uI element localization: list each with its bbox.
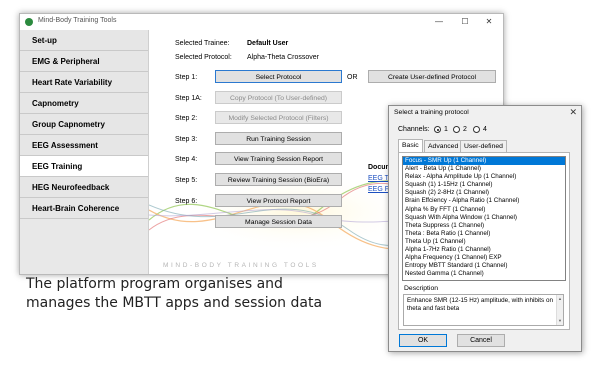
sidebar: Set-up EMG & Peripheral Heart Rate Varia… [20,30,149,274]
step-5-label: Step 5: [175,177,198,184]
channels-label: Channels: [398,126,430,133]
protocol-list-item[interactable]: Squash (2) 2-8Hz (1 Channel) [403,189,565,197]
channel-1-radio[interactable] [434,126,441,133]
select-protocol-dialog: Select a training protocol ✕ Channels: 1… [388,105,582,352]
step-1-label: Step 1: [175,74,198,81]
dialog-close-icon[interactable]: ✕ [569,107,577,118]
step-4-label: Step 4: [175,156,198,163]
description-box: Enhance SMR (12-15 Hz) amplitude, with i… [403,294,564,326]
run-training-session-button[interactable]: Run Training Session [215,132,342,145]
caption-line-2: manages the MBTT apps and session data [26,295,323,311]
channel-4-radio[interactable] [473,126,480,133]
protocol-list-item[interactable]: Squash With Alpha Window (1 Channel) [403,214,565,222]
select-protocol-button[interactable]: Select Protocol [215,70,342,83]
cancel-button[interactable]: Cancel [457,334,505,347]
scroll-up-icon[interactable]: ▲ [557,295,563,303]
sidebar-item-heart-brain[interactable]: Heart-Brain Coherence [20,198,148,219]
trainee-label: Selected Trainee: [175,40,230,47]
dialog-title: Select a training protocol [394,109,469,116]
window-title: Mind-Body Training Tools [38,17,117,24]
protocol-list-item[interactable]: Alert - Beta Up (1 Channel) [403,165,565,173]
sidebar-item-eeg-training[interactable]: EEG Training [20,156,148,177]
watermark-text: MIND-BODY TRAINING TOOLS [163,262,319,269]
sidebar-item-group-capnometry[interactable]: Group Capnometry [20,114,148,135]
maximize-button[interactable]: ☐ [453,14,477,30]
trainee-value: Default User [247,40,289,47]
tab-advanced[interactable]: Advanced [424,140,463,152]
close-button[interactable]: ✕ [477,14,501,30]
protocol-list-item[interactable]: Alpha 1-7Hz Ratio (1 Channel) [403,246,565,254]
protocol-list-item[interactable]: Theta Up (1 Channel) [403,238,565,246]
description-label: Description [404,285,438,292]
or-label: OR [347,74,358,81]
title-bar[interactable]: Mind-Body Training Tools — ☐ ✕ [20,14,503,30]
sidebar-item-eeg-assessment[interactable]: EEG Assessment [20,135,148,156]
manage-session-data-button[interactable]: Manage Session Data [215,215,342,228]
protocol-list-item[interactable]: Alpha % By FFT (1 Channel) [403,206,565,214]
tab-panel-basic: Focus - SMR Up (1 Channel) Alert - Beta U… [398,152,570,330]
view-protocol-report-button[interactable]: View Protocol Report [215,194,342,207]
protocol-value: Alpha-Theta Crossover [247,54,319,61]
ok-button[interactable]: OK [399,334,447,347]
create-user-protocol-button[interactable]: Create User-defined Protocol [368,70,496,83]
sidebar-item-emg[interactable]: EMG & Peripheral [20,51,148,72]
protocol-label: Selected Protocol: [175,54,232,61]
view-session-report-button[interactable]: View Training Session Report [215,152,342,165]
step-2-label: Step 2: [175,115,198,122]
channel-2-radio[interactable] [453,126,460,133]
protocol-list-item[interactable]: Relax - Alpha Amplitude Up (1 Channel) [403,173,565,181]
description-text: Enhance SMR (12-15 Hz) amplitude, with i… [407,297,553,313]
protocol-list-item[interactable]: Alpha Frequency (1 Channel) EXP [403,254,565,262]
channel-1-label: 1 [444,126,448,133]
scroll-down-icon[interactable]: ▼ [557,317,563,325]
modify-protocol-button[interactable]: Modify Selected Protocol (Filters) [215,111,342,124]
protocol-list-item[interactable]: Theta : Beta Ratio (1 Channel) [403,230,565,238]
sidebar-item-hrv[interactable]: Heart Rate Variability [20,72,148,93]
protocol-list-item[interactable]: Nested Gamma (1 Channel) [403,270,565,278]
protocol-list-item[interactable]: Squash (1) 1-15Hz (1 Channel) [403,181,565,189]
channel-2-label: 2 [463,126,467,133]
sidebar-item-capnometry[interactable]: Capnometry [20,93,148,114]
step-6-label: Step 6: [175,198,198,205]
sidebar-item-setup[interactable]: Set-up [20,30,148,51]
protocol-list[interactable]: Focus - SMR Up (1 Channel) Alert - Beta U… [402,156,566,281]
caption-line-1: The platform program organises and [26,276,283,292]
channel-4-label: 4 [483,126,487,133]
protocol-list-item[interactable]: Focus - SMR Up (1 Channel) [403,157,565,166]
protocol-list-item[interactable]: Theta Suppress (1 Channel) [403,222,565,230]
protocol-list-item[interactable]: Brain Effciency - Alpha Ratio (1 Channel… [403,197,565,205]
app-logo-icon [25,18,33,26]
copy-protocol-button[interactable]: Copy Protocol (To User-defined) [215,91,342,104]
step-1a-label: Step 1A: [175,95,202,102]
tab-basic[interactable]: Basic [398,139,423,152]
protocol-list-item[interactable]: Entropy MBTT Standard (1 Channel) [403,262,565,270]
step-3-label: Step 3: [175,136,198,143]
minimize-button[interactable]: — [427,14,451,30]
tab-user-defined[interactable]: User-defined [460,140,507,152]
description-scrollbar[interactable]: ▲ ▼ [556,295,563,325]
sidebar-item-heg[interactable]: HEG Neurofeedback [20,177,148,198]
review-session-bioera-button[interactable]: Review Training Session (BioEra) [215,173,342,186]
